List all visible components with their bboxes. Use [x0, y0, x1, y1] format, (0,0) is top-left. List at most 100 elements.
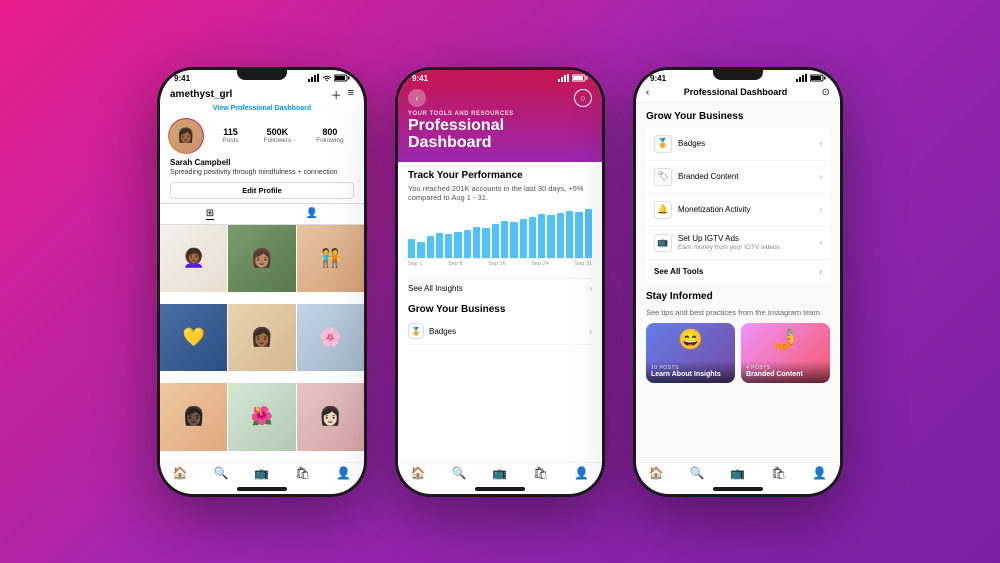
- prof-body: Grow Your Business 🏅 Badges ›: [636, 103, 840, 462]
- monetization-left: 🔔 Monetization Activity: [654, 201, 750, 219]
- badges-left-3: 🏅 Badges: [654, 135, 705, 153]
- chevron-icon-3: ›: [819, 205, 822, 214]
- badges-row[interactable]: 🏅 Badges ›: [408, 318, 592, 345]
- monetization-label: Monetization Activity: [678, 205, 750, 214]
- igtv-row[interactable]: 📺 Set Up IGTV Ads Earn money from your I…: [646, 227, 830, 260]
- monetization-row[interactable]: 🔔 Monetization Activity ›: [646, 194, 830, 227]
- learn-card[interactable]: 😄 10 POSTS Learn About Insights: [646, 323, 735, 383]
- chart-bar: [501, 221, 508, 259]
- monetization-icon: 🔔: [654, 201, 672, 219]
- see-all-insights[interactable]: See All Insights ›: [408, 278, 592, 298]
- igtv-left: 📺 Set Up IGTV Ads Earn money from your I…: [654, 234, 780, 252]
- branded-label: Branded Content: [678, 172, 739, 181]
- stay-informed-sub: See tips and best practices from the Ins…: [646, 308, 830, 318]
- avatar-image: 👩🏾: [169, 119, 203, 153]
- chevron-icon-2: ›: [819, 172, 822, 181]
- profile-icon-3[interactable]: 👤: [812, 466, 827, 480]
- profile-bio: Spreading positivity through mindfulness…: [160, 167, 364, 180]
- photo-cell[interactable]: 👩🏾‍🦱: [160, 225, 227, 292]
- photo-cell[interactable]: 👩🏾: [228, 304, 295, 371]
- see-all-tools[interactable]: See All Tools ›: [646, 260, 830, 283]
- shop-icon-2[interactable]: 🛍: [533, 466, 548, 480]
- search-icon-3[interactable]: 🔍: [690, 466, 705, 480]
- branded-left: 🏷 Branded Content: [654, 168, 739, 186]
- back-button-3[interactable]: ‹: [646, 87, 649, 98]
- badges-row-3[interactable]: 🏅 Badges ›: [646, 128, 830, 161]
- following-label: Following: [316, 137, 343, 144]
- chart-bar: [538, 214, 545, 258]
- add-icon[interactable]: ＋: [331, 87, 342, 103]
- photo-cell[interactable]: 🌺: [228, 383, 295, 450]
- chart-bar: [520, 219, 527, 258]
- chevron-right-icon: ›: [589, 284, 592, 293]
- chevron-icon-5: ›: [819, 267, 822, 276]
- photo-cell[interactable]: 💛: [160, 304, 227, 371]
- chart-x-labels: Sep 1 Sep 8 Sep 16 Sep 24 Sep 31: [408, 261, 592, 267]
- info-cards: 😄 10 POSTS Learn About Insights 🤳 4 POST…: [646, 323, 830, 383]
- card-overlay-1: 10 POSTS Learn About Insights: [646, 361, 735, 383]
- chart-bar: [510, 222, 517, 258]
- chart-bar: [464, 230, 471, 258]
- status-bar-3: 9:41: [636, 70, 840, 83]
- branded-row[interactable]: 🏷 Branded Content ›: [646, 161, 830, 194]
- more-icon[interactable]: ⊙: [822, 87, 830, 98]
- profile-icon-2[interactable]: 👤: [574, 466, 589, 480]
- bottom-nav-2: 🏠 🔍 📺 🛍 👤: [398, 462, 602, 484]
- branded-card[interactable]: 🤳 4 POSTS Branded Content: [741, 323, 830, 383]
- view-dashboard-link[interactable]: View Professional Dashboard: [160, 105, 364, 116]
- reels-icon-3[interactable]: 📺: [730, 466, 745, 480]
- battery-icon-1: [334, 74, 350, 82]
- chart-bar: [566, 211, 573, 258]
- badges-left: 🏅 Badges: [408, 323, 456, 339]
- search-icon-2[interactable]: 🔍: [452, 466, 467, 480]
- time-2: 9:41: [412, 74, 428, 83]
- battery-icon-3: [810, 74, 826, 82]
- chart-bar: [492, 224, 499, 259]
- photo-cell[interactable]: 👩🏿: [160, 383, 227, 450]
- reels-icon-1[interactable]: 📺: [254, 466, 269, 480]
- home-indicator-1: [237, 487, 287, 491]
- phone-prof-list: 9:41 ‹ Professional Dashbo: [633, 67, 843, 497]
- search-icon-1[interactable]: 🔍: [214, 466, 229, 480]
- photo-cell[interactable]: 🌸: [297, 304, 364, 371]
- following-count: 800: [316, 127, 343, 137]
- status-bar-1: 9:41: [160, 70, 364, 83]
- stat-posts: 115 Posts: [222, 127, 238, 144]
- chevron-icon: ›: [819, 139, 822, 148]
- igtv-icon: 📺: [654, 234, 672, 252]
- profile-icon-1[interactable]: 👤: [336, 466, 351, 480]
- home-icon-1[interactable]: 🏠: [173, 466, 188, 480]
- followers-label: Followers: [263, 137, 291, 144]
- home-indicator-3: [713, 487, 763, 491]
- chart-bar: [454, 232, 461, 258]
- time-1: 9:41: [174, 74, 190, 83]
- photo-cell[interactable]: 👩🏻: [297, 383, 364, 450]
- branded-icon: 🏷: [654, 168, 672, 186]
- tab-grid[interactable]: ⊞: [206, 208, 214, 220]
- grow-your-business-title: Grow Your Business: [646, 111, 830, 122]
- card-title-2: Branded Content: [746, 371, 825, 379]
- badges-icon: 🏅: [408, 323, 424, 339]
- home-indicator-2: [475, 487, 525, 491]
- chart-bar: [417, 242, 424, 258]
- time-3: 9:41: [650, 74, 666, 83]
- photo-cell[interactable]: 👩🏽: [228, 225, 295, 292]
- posts-count: 115: [222, 127, 238, 137]
- photo-cell[interactable]: 🧑‍🤝‍🧑: [297, 225, 364, 292]
- chart-bar: [436, 233, 443, 258]
- back-button-2[interactable]: ‹: [408, 89, 426, 107]
- shop-icon-3[interactable]: 🛍: [771, 466, 786, 480]
- branded-text: Branded Content: [678, 172, 739, 181]
- monetization-text: Monetization Activity: [678, 205, 750, 214]
- shop-icon-1[interactable]: 🛍: [295, 466, 310, 480]
- reels-icon-2[interactable]: 📺: [492, 466, 507, 480]
- edit-profile-button[interactable]: Edit Profile: [170, 182, 354, 199]
- chart-bar: [529, 217, 536, 258]
- search-circle[interactable]: ○: [574, 89, 592, 107]
- home-icon-3[interactable]: 🏠: [649, 466, 664, 480]
- tab-tagged[interactable]: 👤: [306, 208, 318, 220]
- card-person-1: 😄: [646, 327, 735, 352]
- home-icon-2[interactable]: 🏠: [411, 466, 426, 480]
- menu-icon[interactable]: ≡: [348, 87, 354, 103]
- phone-profile: 9:41: [157, 67, 367, 497]
